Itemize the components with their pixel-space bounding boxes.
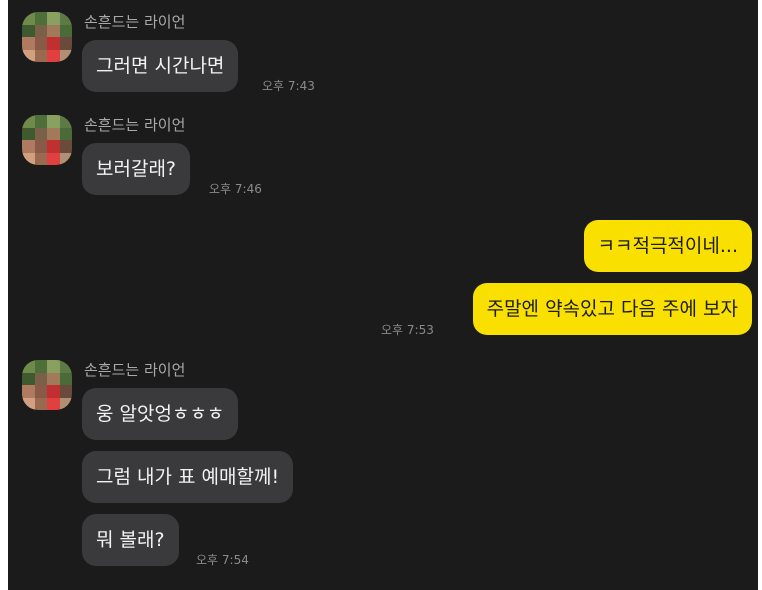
sender-avatar[interactable] [22, 360, 72, 410]
sender-name: 손흔드는 라이언 [84, 116, 186, 134]
sender-name: 손흔드는 라이언 [84, 13, 186, 31]
my-message-bubble[interactable]: 주말엔 약속있고 다음 주에 보자 [472, 283, 752, 335]
message-timestamp: 오후 7:46 [209, 182, 262, 196]
message-timestamp: 오후 7:43 [262, 79, 315, 93]
message-bubble[interactable]: 보러갈래? [82, 143, 191, 195]
sender-avatar[interactable] [22, 115, 72, 165]
message-bubble[interactable]: 그러면 시간나면 [82, 40, 239, 92]
message-bubble[interactable]: 그럼 내가 표 예매할께! [82, 451, 294, 503]
message-timestamp: 오후 7:53 [381, 323, 434, 337]
message-bubble[interactable]: 웅 알앗엉ㅎㅎㅎ [82, 388, 239, 440]
my-message-bubble[interactable]: ㅋㅋ적극적이네... [583, 220, 752, 272]
message-bubble[interactable]: 뭐 볼래? [82, 514, 179, 566]
sender-name: 손흔드는 라이언 [84, 361, 186, 379]
sender-avatar[interactable] [22, 12, 72, 62]
message-timestamp: 오후 7:54 [196, 553, 249, 567]
chat-message-area[interactable]: 손흔드는 라이언 그러면 시간나면 오후 7:43 손흔드는 라이언 보러갈래?… [8, 0, 758, 590]
